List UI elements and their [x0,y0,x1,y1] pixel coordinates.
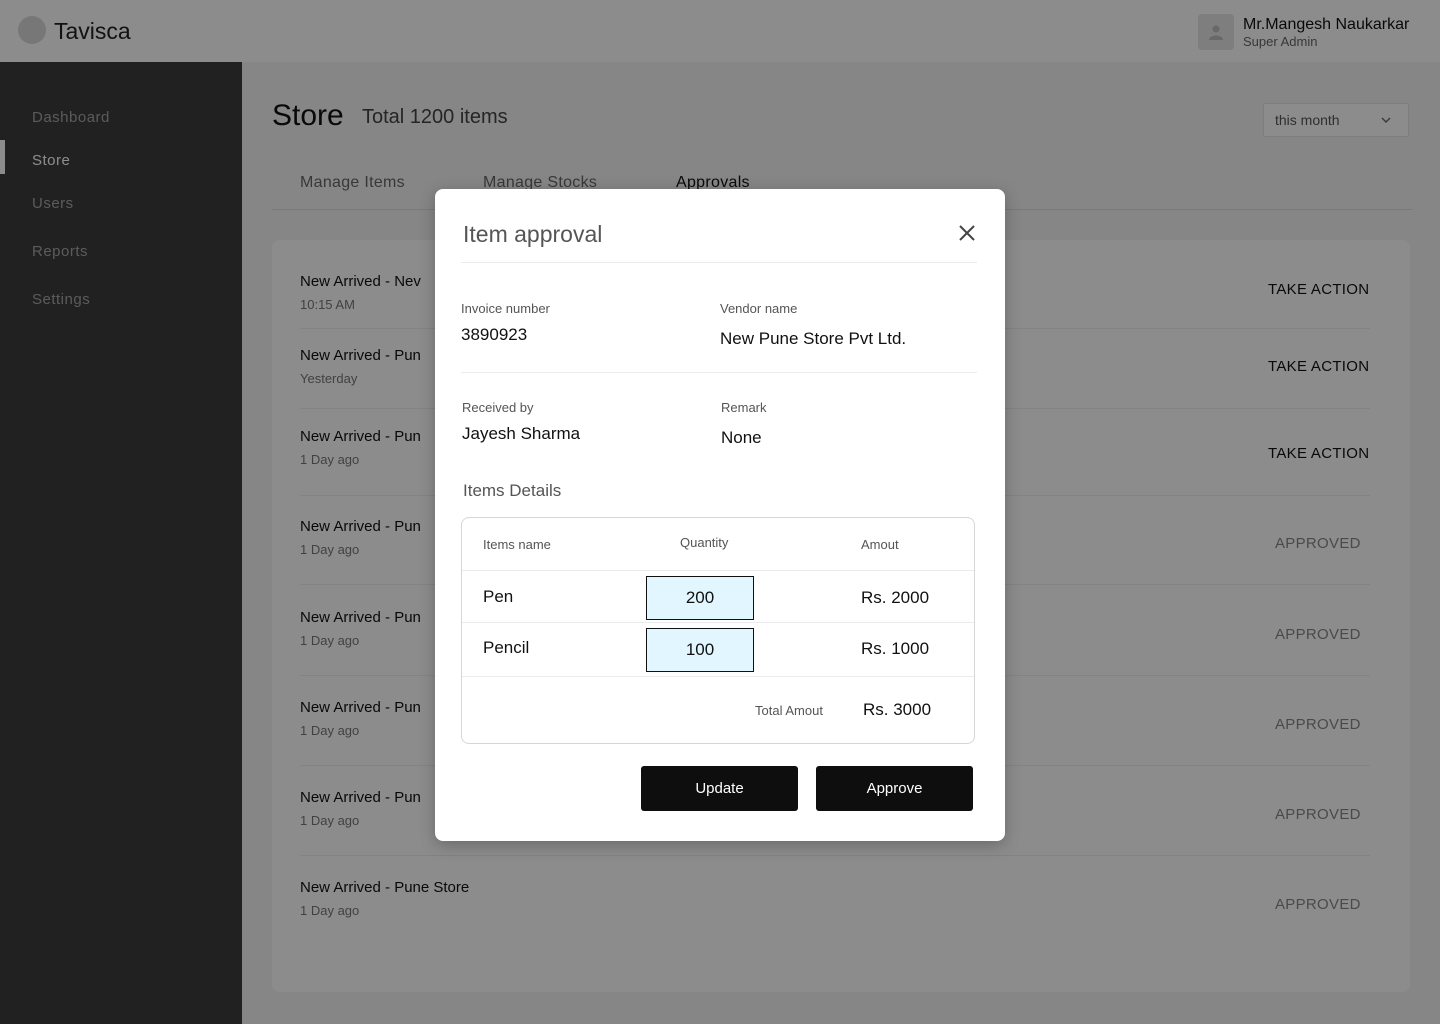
item-name: Pencil [483,638,530,657]
total-amount-value: Rs. 3000 [863,700,932,719]
item-name: Pen [483,587,514,606]
column-header-item-name: Items name [483,537,551,552]
modal-title: Item approval [463,221,603,247]
vendor-value: New Pune Store Pvt Ltd. [720,329,907,348]
total-amount-label: Total Amout [755,703,823,718]
modal-divider [461,372,977,373]
item-amount: Rs. 2000 [861,588,930,607]
quantity-input[interactable] [646,576,754,620]
quantity-input[interactable] [646,628,754,672]
approve-button[interactable]: Approve [816,766,973,811]
table-divider [462,622,974,623]
remark-value: None [721,428,762,447]
invoice-value: 3890923 [461,325,528,344]
received-by-label: Received by [462,400,534,415]
column-header-amount: Amout [861,537,899,552]
items-details-title: Items Details [463,481,562,500]
close-icon[interactable] [956,222,978,244]
table-divider [462,570,974,571]
column-header-quantity: Quantity [680,535,729,550]
item-approval-modal: Item approval Invoice number 3890923 Ven… [435,189,1005,841]
invoice-label: Invoice number [461,301,550,316]
remark-label: Remark [721,400,767,415]
vendor-label: Vendor name [720,301,798,316]
items-table: Items name Quantity Amout Pen Rs. 2000 P… [461,517,975,744]
update-button[interactable]: Update [641,766,798,811]
table-divider [462,676,974,677]
received-by-value: Jayesh Sharma [462,424,581,443]
modal-divider [461,262,977,263]
item-amount: Rs. 1000 [861,639,930,658]
